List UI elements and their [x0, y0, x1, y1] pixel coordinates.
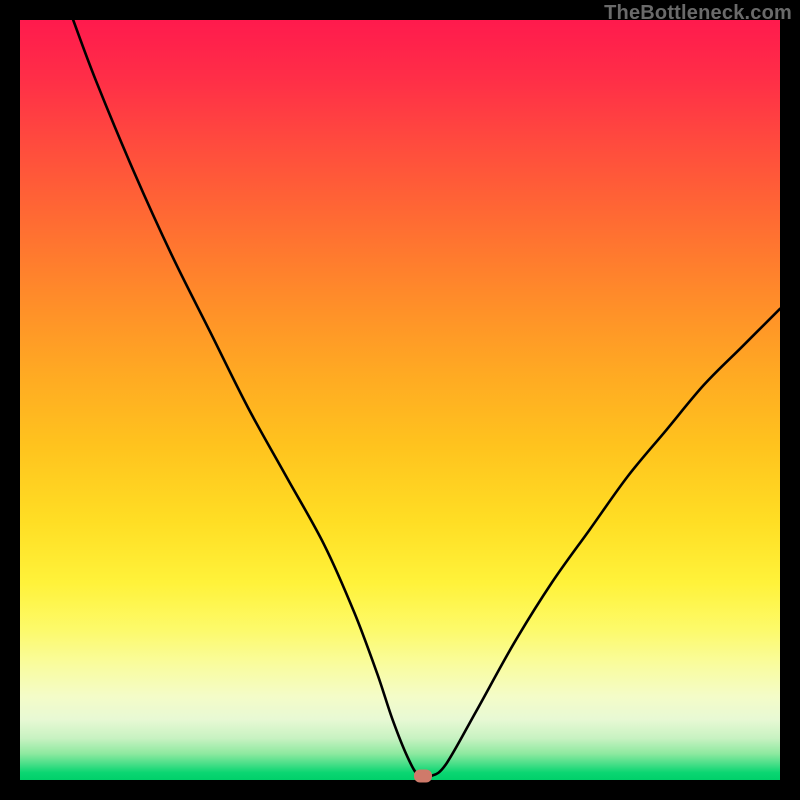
chart-container: TheBottleneck.com — [0, 0, 800, 800]
bottleneck-curve — [20, 20, 780, 780]
optimal-point-marker — [414, 770, 432, 783]
plot-area — [20, 20, 780, 780]
